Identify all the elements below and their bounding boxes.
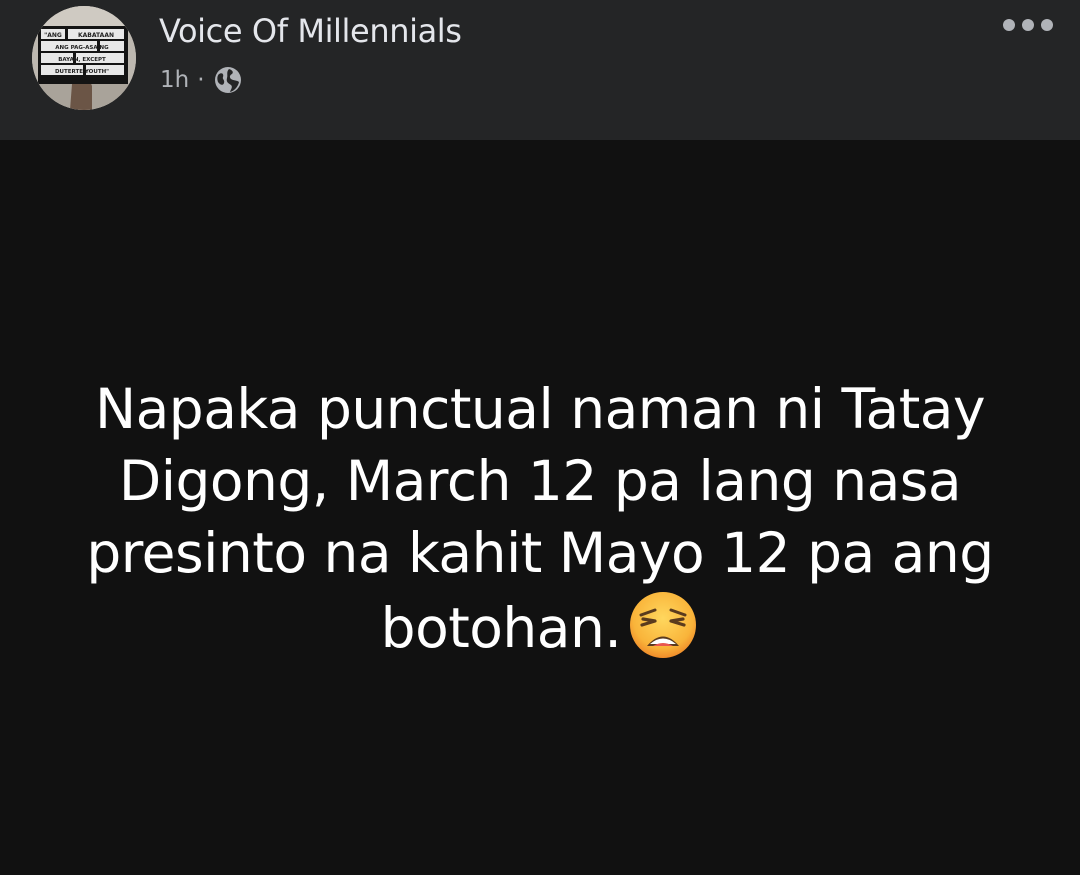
page-avatar[interactable]: "ANG KABATAAN ANG PAG-ASA NG BAYAN, EXCE…	[32, 6, 136, 110]
post-timestamp[interactable]: 1h	[160, 67, 189, 93]
post-text: Napaka punctual naman ni Tatay Digong, M…	[86, 377, 994, 660]
avatar-sign-text: DUTERTE YOUTH"	[55, 69, 109, 75]
avatar-sign-text: "ANG	[44, 32, 62, 39]
post-meta: 1h ·	[160, 63, 243, 97]
post-content: Napaka punctual naman ni Tatay Digong, M…	[0, 140, 1080, 875]
avatar-image: "ANG KABATAAN ANG PAG-ASA NG BAYAN, EXCE…	[32, 6, 136, 110]
avatar-sign-text: ANG PAG-ASA NG	[55, 45, 109, 51]
post-header: "ANG KABATAAN ANG PAG-ASA NG BAYAN, EXCE…	[0, 0, 1080, 140]
weary-face-icon	[627, 589, 699, 661]
avatar-sign-text: BAYAN, EXCEPT	[58, 57, 106, 63]
avatar-sign-text: KABATAAN	[78, 32, 114, 39]
post-text-block: Napaka punctual naman ni Tatay Digong, M…	[40, 373, 1040, 664]
more-options-icon[interactable]	[1000, 12, 1056, 38]
meta-separator: ·	[197, 67, 205, 93]
page-name[interactable]: Voice Of Millennials	[159, 12, 462, 50]
globe-icon	[213, 65, 243, 95]
